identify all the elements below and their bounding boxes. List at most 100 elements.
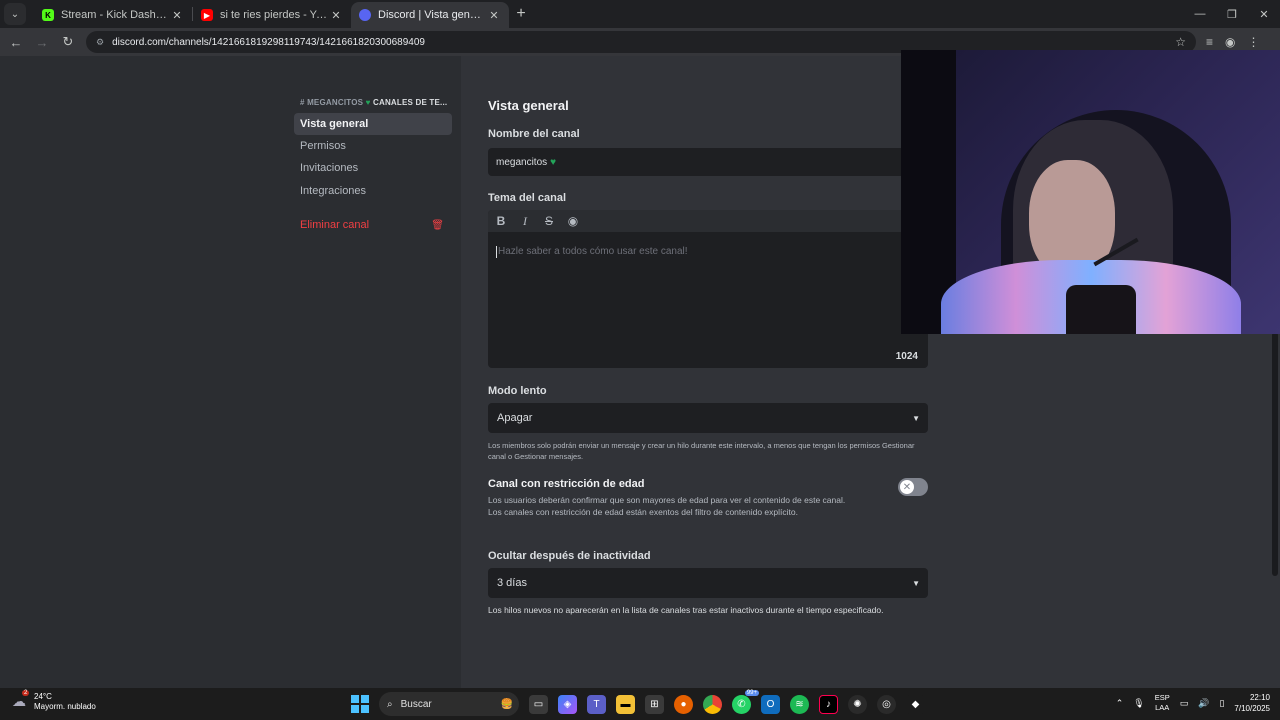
- slowmode-help: Los miembros solo podrán enviar un mensa…: [488, 441, 915, 461]
- tab-search-button[interactable]: ⌄: [4, 3, 26, 25]
- sidebar-item-overview[interactable]: Vista general: [294, 113, 452, 135]
- topic-placeholder: Hazle saber a todos cómo usar este canal…: [496, 246, 688, 258]
- hide-inactivity-value: 3 días: [497, 577, 527, 589]
- weather-text: 24°C Mayorm. nublado: [34, 692, 96, 712]
- volume-icon[interactable]: 🔊: [1198, 698, 1209, 709]
- category-name-header: CANALES DE TE...: [372, 98, 448, 107]
- channel-name-value: megancitos: [496, 156, 548, 168]
- age-restricted-description: Los usuarios deberán confirmar que son m…: [488, 494, 878, 518]
- taskbar-search[interactable]: ⌕ Buscar 🍔: [379, 692, 519, 716]
- tray-overflow-icon[interactable]: ⌃: [1116, 698, 1124, 709]
- spoiler-eye-icon[interactable]: ◉: [566, 214, 580, 228]
- channel-topic-editor[interactable]: B I S ◉ Hazle saber a todos cómo usar es…: [488, 210, 928, 368]
- reload-icon[interactable]: ↻: [56, 30, 80, 54]
- sidebar-item-invites[interactable]: Invitaciones: [294, 157, 452, 179]
- close-tab-icon[interactable]: ✕: [329, 9, 343, 22]
- trash-icon: 🗑: [431, 219, 444, 231]
- sidebar-item-integrations[interactable]: Integraciones: [294, 180, 452, 202]
- sidebar-item-permissions[interactable]: Permisos: [294, 135, 452, 157]
- profile-icon[interactable]: ◉: [1225, 35, 1235, 49]
- start-windows-icon[interactable]: [351, 695, 369, 713]
- app-diamond-icon[interactable]: ◆: [906, 694, 925, 714]
- bold-icon[interactable]: B: [494, 214, 508, 228]
- youtube-icon: ▶: [201, 9, 213, 21]
- person-shirt: [1066, 285, 1136, 334]
- weather-widget[interactable]: ☁ 2 24°C Mayorm. nublado: [12, 690, 96, 712]
- tab-youtube[interactable]: ▶ si te ries pierdes - YouTube ✕: [193, 2, 351, 28]
- media-control-icon[interactable]: ≡: [1206, 35, 1213, 49]
- clock-time: 22:10: [1249, 693, 1270, 702]
- age-restricted-title: Canal con restricción de edad: [488, 478, 645, 490]
- slowmode-select[interactable]: Apagar ▼: [488, 403, 928, 433]
- teams-icon[interactable]: T: [587, 694, 606, 714]
- hide-inactivity-help: Los hilos nuevos no aparecerán en la lis…: [488, 605, 884, 615]
- battery-icon[interactable]: ▯: [1219, 698, 1224, 709]
- browser-tab-strip: ⌄ K Stream - Kick Dashboard ✕ ▶ si te ri…: [0, 0, 1280, 28]
- channel-name-label: Nombre del canal: [488, 128, 580, 140]
- minimize-icon[interactable]: —: [1184, 0, 1216, 28]
- hide-inactivity-label: Ocultar después de inactividad: [488, 550, 651, 562]
- spotify-icon[interactable]: ≋: [790, 694, 809, 714]
- tab-title: si te ries pierdes - YouTube: [220, 9, 329, 21]
- outlook-icon[interactable]: O: [761, 694, 780, 714]
- chatgpt-icon[interactable]: ✺: [848, 694, 867, 714]
- search-icon: ⌕: [387, 698, 393, 710]
- restore-icon[interactable]: ❐: [1216, 0, 1248, 28]
- taskbar-apps: ⌕ Buscar 🍔 ▭ ◈ T ▬ ⊞ ● ✆ 99+ O ≋ ♪ ✺ ◎ ◆: [351, 689, 925, 716]
- clock-date: 7/10/2025: [1234, 704, 1270, 713]
- menu-kebab-icon[interactable]: ⋮: [1248, 35, 1260, 49]
- new-tab-button[interactable]: +: [509, 5, 533, 23]
- close-tab-icon[interactable]: ✕: [487, 9, 501, 22]
- tab-title: Stream - Kick Dashboard: [61, 9, 170, 21]
- window-controls: — ❐ ✕: [1184, 0, 1280, 28]
- store-icon[interactable]: ⊞: [645, 694, 664, 714]
- close-tab-icon[interactable]: ✕: [170, 9, 184, 22]
- chevron-down-icon: ▼: [912, 578, 920, 588]
- delete-channel-button[interactable]: Eliminar canal 🗑: [294, 214, 452, 236]
- whatsapp-badge: 99+: [744, 689, 759, 696]
- copilot-icon[interactable]: ◈: [558, 694, 577, 714]
- age-restricted-toggle[interactable]: ✕: [898, 478, 928, 496]
- delete-channel-label: Eliminar canal: [300, 219, 370, 231]
- whatsapp-icon[interactable]: ✆ 99+: [732, 689, 759, 714]
- network-icon[interactable]: ▭: [1180, 698, 1189, 709]
- task-view-icon[interactable]: ▭: [529, 694, 548, 714]
- search-highlight-icon: 🍔: [500, 698, 513, 710]
- clock[interactable]: 22:10 7/10/2025: [1234, 692, 1270, 714]
- character-counter: 1024: [895, 351, 918, 362]
- tiktok-icon[interactable]: ♪: [819, 694, 838, 714]
- green-heart-icon: ♥: [550, 156, 557, 168]
- toolbar-right: ≡ ◉ ⋮: [1206, 35, 1260, 49]
- sidebar-header: # MEGANCITOS ♥ CANALES DE TE...: [300, 98, 447, 107]
- keyboard-layout: LAA: [1155, 703, 1170, 712]
- kick-icon: K: [42, 9, 54, 21]
- back-arrow-icon[interactable]: ←: [4, 30, 28, 54]
- age-restricted-desc-line-2: Los canales con restricción de edad está…: [488, 507, 798, 517]
- obs-icon[interactable]: ◎: [877, 694, 896, 714]
- bookmark-star-icon[interactable]: ☆: [1175, 35, 1186, 49]
- firefox-icon[interactable]: ●: [674, 694, 693, 714]
- italic-icon[interactable]: I: [518, 214, 532, 229]
- content-scrollbar[interactable]: [1272, 332, 1278, 576]
- chrome-icon[interactable]: [703, 694, 722, 714]
- system-tray: ⌃ 🎙 ESP LAA ▭ 🔊 ▯ 22:10 7/10/2025: [1116, 692, 1270, 714]
- tab-kick[interactable]: K Stream - Kick Dashboard ✕: [34, 2, 192, 28]
- strikethrough-icon[interactable]: S: [542, 214, 556, 228]
- tab-discord[interactable]: Discord | Vista general | Megan ✕: [351, 2, 509, 28]
- hide-inactivity-select[interactable]: 3 días ▼: [488, 568, 928, 598]
- chevron-down-icon: ▼: [912, 413, 920, 423]
- file-explorer-icon[interactable]: ▬: [616, 694, 635, 714]
- page-title: Vista general: [488, 98, 569, 113]
- language-indicator[interactable]: ESP LAA: [1155, 693, 1170, 713]
- settings-sidebar: # MEGANCITOS ♥ CANALES DE TE... Vista ge…: [0, 56, 461, 688]
- close-window-icon[interactable]: ✕: [1248, 0, 1280, 28]
- weather-temp: 24°C: [34, 692, 52, 701]
- forward-arrow-icon[interactable]: →: [30, 30, 54, 54]
- formatting-toolbar: B I S ◉: [488, 210, 928, 232]
- microphone-icon[interactable]: 🎙: [1133, 698, 1144, 709]
- webcam-overlay: [901, 50, 1280, 334]
- heart-icon: ♥: [365, 98, 371, 107]
- language-code: ESP: [1154, 693, 1170, 702]
- site-info-icon[interactable]: ⚙: [96, 37, 104, 48]
- channel-name-input[interactable]: megancitos ♥: [488, 148, 928, 176]
